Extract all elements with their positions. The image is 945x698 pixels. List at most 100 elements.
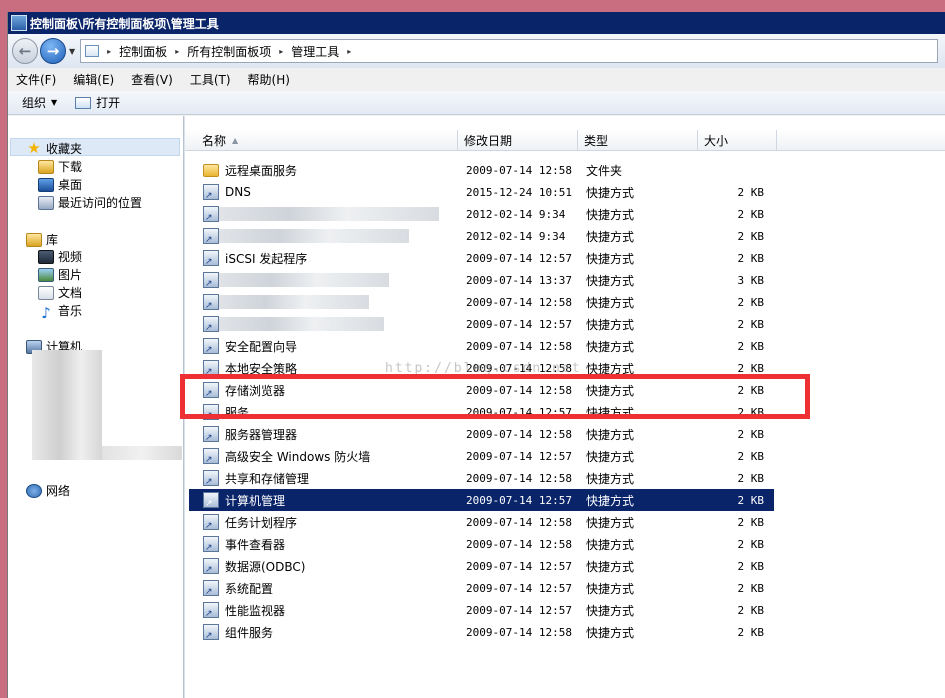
column-type[interactable]: 类型: [578, 130, 698, 151]
control-panel-icon: [11, 15, 27, 31]
table-row[interactable]: 共享和存储管理 2009-07-14 12:58 快捷方式 2 KB: [189, 467, 774, 489]
navigation-pane: ★ 收藏夹 下载 桌面 最近访问的位置 库 视频 图片 文档 ♪ 音乐 计算机 …: [8, 116, 184, 698]
file-size: 2 KB: [737, 471, 765, 485]
nav-downloads[interactable]: 下载: [38, 158, 82, 175]
shortcut-icon: [203, 492, 219, 509]
pictures-icon: [38, 267, 54, 282]
file-name: 任务计划程序: [225, 515, 298, 530]
file-date: 2009-07-14 12:58: [466, 339, 572, 353]
file-name-cell: 服务: [189, 404, 459, 421]
open-label: 打开: [96, 96, 121, 110]
table-row[interactable]: 存储浏览器 2009-07-14 12:58 快捷方式 2 KB: [189, 379, 774, 401]
library-icon: [26, 232, 42, 247]
menu-bar: 文件(F) 编辑(E) 查看(V) 工具(T) 帮助(H): [8, 69, 945, 90]
redacted-file-name: [209, 273, 389, 287]
file-name-cell: 数据源(ODBC): [189, 558, 459, 575]
menu-edit[interactable]: 编辑(E): [73, 71, 114, 88]
column-name[interactable]: 名称 ▲: [185, 130, 458, 151]
redacted-drive-label: [102, 446, 182, 460]
chevron-right-icon[interactable]: ▸: [107, 47, 111, 56]
table-row[interactable]: 数据源(ODBC) 2009-07-14 12:57 快捷方式 2 KB: [189, 555, 774, 577]
chevron-down-icon: ▼: [51, 98, 58, 107]
shortcut-icon: [203, 514, 219, 531]
table-row[interactable]: DNS 2015-12-24 10:51 快捷方式 2 KB: [189, 181, 774, 203]
menu-help[interactable]: 帮助(H): [248, 71, 290, 88]
table-row[interactable]: 远程桌面服务 2009-07-14 12:58 文件夹: [189, 159, 774, 181]
table-row[interactable]: 高级安全 Windows 防火墙 2009-07-14 12:57 快捷方式 2 KB: [189, 445, 774, 467]
nav-recent-label: 最近访问的位置: [58, 196, 143, 210]
column-size[interactable]: 大小: [698, 130, 777, 151]
download-folder-icon: [38, 159, 54, 174]
breadcrumb-admin-tools[interactable]: 管理工具: [291, 43, 339, 60]
file-date: 2009-07-14 12:57: [466, 493, 572, 507]
star-icon: ★: [27, 139, 41, 157]
recent-pages-dropdown[interactable]: ▼: [69, 47, 75, 56]
file-date: 2009-07-14 13:37: [466, 273, 572, 287]
menu-tools[interactable]: 工具(T): [190, 71, 231, 88]
nav-desktop[interactable]: 桌面: [38, 176, 82, 193]
file-type: 快捷方式: [586, 295, 635, 310]
breadcrumb-control-panel[interactable]: 控制面板: [119, 43, 167, 60]
file-date: 2009-07-14 12:58: [466, 625, 572, 639]
table-row[interactable]: 2012-02-14 9:34 快捷方式 2 KB: [189, 203, 774, 225]
file-size: 2 KB: [737, 295, 765, 309]
table-row[interactable]: 安全配置向导 2009-07-14 12:58 快捷方式 2 KB: [189, 335, 774, 357]
command-bar: 组织 ▼ 打开: [8, 91, 945, 115]
menu-file[interactable]: 文件(F): [16, 71, 56, 88]
table-row[interactable]: 组件服务 2009-07-14 12:58 快捷方式 2 KB: [189, 621, 774, 643]
nav-videos[interactable]: 视频: [38, 248, 82, 265]
forward-button[interactable]: →: [40, 38, 66, 64]
file-size: 2 KB: [737, 405, 765, 419]
file-name-cell: 共享和存储管理: [189, 470, 459, 487]
file-size: 2 KB: [737, 339, 765, 353]
menu-view[interactable]: 查看(V): [131, 71, 173, 88]
redacted-file-name: [209, 295, 369, 309]
nav-favorites[interactable]: ★ 收藏夹: [26, 139, 82, 157]
shortcut-icon: [203, 250, 219, 267]
file-name-cell: 安全配置向导: [189, 338, 459, 355]
documents-icon: [38, 285, 54, 300]
back-button[interactable]: ←: [12, 38, 38, 64]
file-size: 2 KB: [737, 427, 765, 441]
table-row[interactable]: 2009-07-14 12:58 快捷方式 2 KB: [189, 291, 774, 313]
table-row[interactable]: 任务计划程序 2009-07-14 12:58 快捷方式 2 KB: [189, 511, 774, 533]
open-button[interactable]: 打开: [75, 94, 120, 111]
file-name: 高级安全 Windows 防火墙: [225, 449, 371, 464]
chevron-right-icon[interactable]: ▸: [347, 47, 351, 56]
redacted-drives: [32, 350, 102, 460]
breadcrumb-all-items[interactable]: 所有控制面板项: [187, 43, 271, 60]
file-name: 计算机管理: [225, 493, 286, 508]
file-size: 2 KB: [737, 361, 765, 375]
address-input[interactable]: ▸ 控制面板 ▸ 所有控制面板项 ▸ 管理工具 ▸: [80, 39, 939, 63]
chevron-right-icon[interactable]: ▸: [175, 47, 179, 56]
organize-button[interactable]: 组织 ▼: [22, 94, 57, 111]
table-row[interactable]: 计算机管理 2009-07-14 12:57 快捷方式 2 KB: [189, 489, 774, 511]
table-row[interactable]: 2009-07-14 13:37 快捷方式 3 KB: [189, 269, 774, 291]
file-date: 2009-07-14 12:57: [466, 603, 572, 617]
nav-libraries[interactable]: 库: [26, 231, 58, 248]
shortcut-icon: [203, 338, 219, 355]
nav-network[interactable]: 网络: [26, 482, 70, 499]
table-row[interactable]: iSCSI 发起程序 2009-07-14 12:57 快捷方式 2 KB: [189, 247, 774, 269]
explorer-window: 控制面板\所有控制面板项\管理工具 ← → ▼ ▸ 控制面板 ▸ 所有控制面板项…: [7, 12, 945, 698]
file-size: 2 KB: [737, 251, 765, 265]
shortcut-icon: [203, 360, 219, 377]
nav-recent[interactable]: 最近访问的位置: [38, 194, 142, 211]
table-row[interactable]: 系统配置 2009-07-14 12:57 快捷方式 2 KB: [189, 577, 774, 599]
file-date: 2009-07-14 12:57: [466, 251, 572, 265]
table-row[interactable]: 事件查看器 2009-07-14 12:58 快捷方式 2 KB: [189, 533, 774, 555]
nav-music[interactable]: ♪ 音乐: [38, 302, 82, 322]
file-size: 2 KB: [737, 229, 765, 243]
column-date[interactable]: 修改日期: [458, 130, 578, 151]
table-row[interactable]: 服务 2009-07-14 12:57 快捷方式 2 KB: [189, 401, 774, 423]
file-type: 快捷方式: [586, 449, 635, 464]
nav-documents[interactable]: 文档: [38, 284, 82, 301]
file-name: 本地安全策略: [225, 361, 298, 376]
table-row[interactable]: 2009-07-14 12:57 快捷方式 2 KB: [189, 313, 774, 335]
chevron-right-icon[interactable]: ▸: [279, 47, 283, 56]
nav-pictures[interactable]: 图片: [38, 266, 82, 283]
table-row[interactable]: 服务器管理器 2009-07-14 12:58 快捷方式 2 KB: [189, 423, 774, 445]
table-row[interactable]: 性能监视器 2009-07-14 12:57 快捷方式 2 KB: [189, 599, 774, 621]
file-name-cell: 任务计划程序: [189, 514, 459, 531]
table-row[interactable]: 2012-02-14 9:34 快捷方式 2 KB: [189, 225, 774, 247]
